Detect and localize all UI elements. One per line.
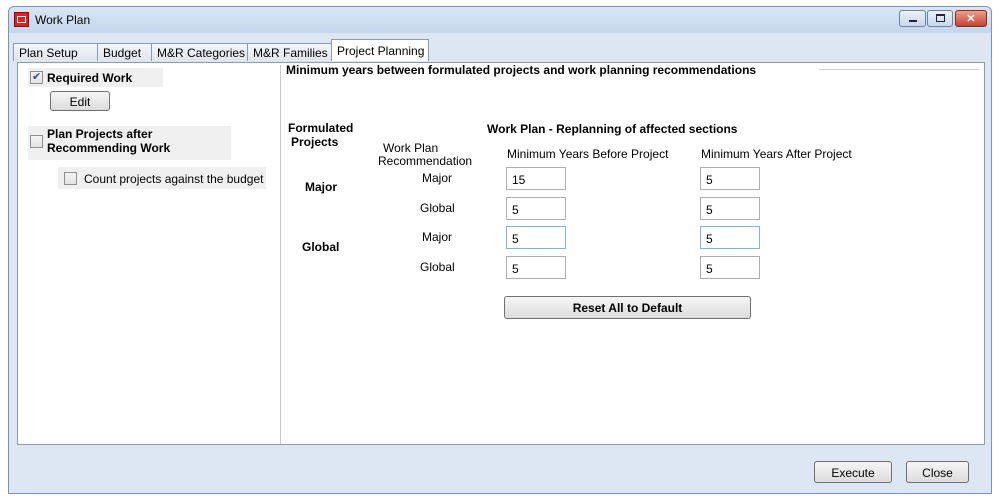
recommendation-global: Global — [420, 260, 455, 274]
execute-button[interactable]: Execute — [814, 461, 892, 483]
project-planning-panel: ✔ Required Work Edit Plan Projects after… — [17, 62, 985, 445]
edit-button[interactable]: Edit — [50, 91, 110, 111]
major-major-after-input[interactable] — [700, 167, 760, 190]
app-icon — [14, 12, 29, 27]
plan-projects-label-line2: Recommending Work — [47, 141, 171, 155]
recommendation-major: Major — [422, 171, 453, 185]
project-label-global: Global — [302, 240, 340, 254]
group-border — [819, 69, 979, 70]
plan-projects-label-line1: Plan Projects after — [47, 127, 153, 141]
minimize-icon — [909, 20, 917, 22]
major-global-before-input[interactable] — [506, 197, 566, 220]
title-bar: Work Plan ✕ — [9, 7, 991, 33]
window-title: Work Plan — [35, 13, 91, 27]
reset-all-button[interactable]: Reset All to Default — [504, 296, 751, 319]
close-window-button[interactable]: ✕ — [955, 10, 987, 27]
required-work-label: Required Work — [47, 71, 133, 85]
required-work-checkbox[interactable]: ✔ — [30, 71, 43, 84]
project-label-major: Major — [305, 180, 338, 194]
recommendation-major: Major — [422, 230, 453, 244]
tab-budget[interactable]: Budget — [97, 43, 152, 61]
plan-projects-checkbox[interactable] — [30, 135, 43, 148]
global-major-before-input[interactable] — [506, 226, 566, 249]
global-major-after-input[interactable] — [700, 226, 760, 249]
tab-project-planning[interactable]: Project Planning — [331, 39, 429, 61]
group-title: Minimum years between formulated project… — [286, 63, 757, 77]
check-icon: ✔ — [32, 71, 42, 83]
major-major-before-input[interactable] — [506, 167, 566, 190]
minimize-button[interactable] — [899, 10, 926, 27]
close-button[interactable]: Close — [906, 461, 969, 483]
formulated-label-line2: Projects — [291, 135, 339, 149]
global-global-after-input[interactable] — [700, 256, 760, 279]
tab-mr-categories[interactable]: M&R Categories — [151, 43, 248, 61]
work-plan-window: Work Plan ✕ Plan Setup Budget M&R Catego… — [8, 6, 992, 494]
maximize-icon — [936, 14, 945, 22]
recommendation-label-line1: Work Plan — [383, 141, 439, 155]
recommendation-label-line2: Recommendation — [378, 154, 473, 168]
tab-plan-setup[interactable]: Plan Setup — [13, 43, 98, 61]
count-projects-label: Count projects against the budget — [84, 172, 264, 186]
recommendation-global: Global — [420, 201, 455, 215]
maximize-button[interactable] — [927, 10, 953, 27]
global-global-before-input[interactable] — [506, 256, 566, 279]
close-icon: ✕ — [966, 13, 976, 25]
column-divider — [280, 65, 281, 444]
tab-mr-families[interactable]: M&R Families — [247, 43, 332, 61]
count-projects-checkbox[interactable] — [64, 172, 77, 185]
replanning-header: Work Plan - Replanning of affected secti… — [487, 122, 738, 136]
col-before-header: Minimum Years Before Project — [507, 147, 669, 161]
formulated-label-line1: Formulated — [288, 121, 354, 135]
col-after-header: Minimum Years After Project — [701, 147, 852, 161]
major-global-after-input[interactable] — [700, 197, 760, 220]
